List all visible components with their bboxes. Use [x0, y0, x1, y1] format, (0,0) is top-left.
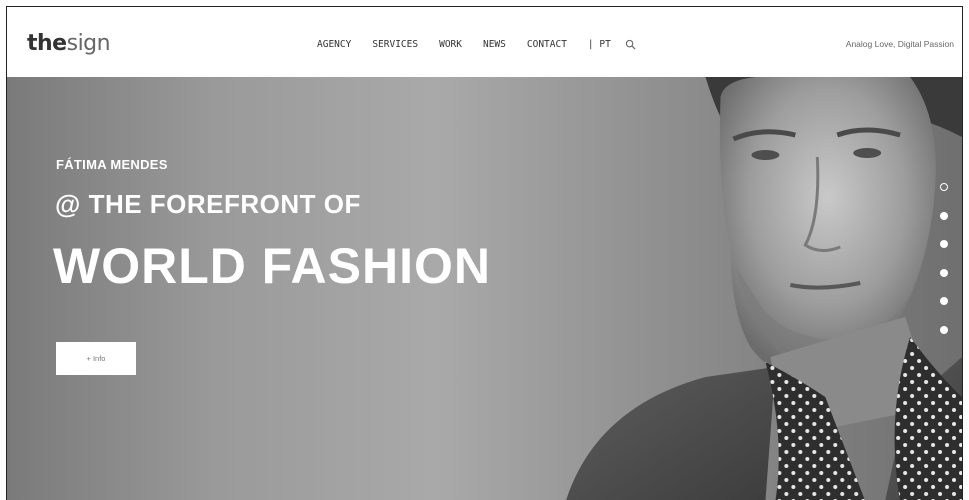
- slider-dot-5[interactable]: [940, 297, 948, 305]
- slider-dot-2[interactable]: [940, 211, 948, 220]
- nav-item-contact[interactable]: CONTACT: [527, 39, 567, 50]
- slider-dot-6[interactable]: [940, 325, 948, 334]
- nav-item-services[interactable]: SERVICES: [372, 39, 418, 50]
- slider-dot-4[interactable]: [940, 268, 948, 277]
- slider-pagination: [940, 183, 948, 354]
- logo-light-text: sign: [66, 31, 111, 56]
- hero-headline-small: @ THE FOREFRONT OF: [55, 189, 361, 219]
- hero-headline-large: WORLD FASHION: [53, 238, 491, 294]
- nav-item-agency[interactable]: AGENCY: [317, 39, 351, 50]
- main-nav: AGENCY SERVICES WORK NEWS CONTACT | PT: [317, 39, 636, 50]
- site-logo[interactable]: thesign: [27, 31, 111, 56]
- site-tagline: Analog Love, Digital Passion: [845, 39, 954, 49]
- logo-bold-text: the: [27, 31, 67, 56]
- browser-frame: thesign AGENCY SERVICES WORK NEWS CONTAC…: [6, 6, 963, 500]
- nav-item-news[interactable]: NEWS: [483, 39, 506, 50]
- language-switch-pt[interactable]: | PT: [588, 39, 611, 50]
- hero-banner: FÁTIMA MENDES @ THE FOREFRONT OF WORLD F…: [7, 77, 962, 500]
- more-info-button[interactable]: + Info: [56, 342, 136, 375]
- search-icon[interactable]: [625, 39, 636, 50]
- site-header: thesign AGENCY SERVICES WORK NEWS CONTAC…: [7, 7, 962, 77]
- slider-dot-1[interactable]: [940, 183, 948, 191]
- hero-kicker: FÁTIMA MENDES: [56, 157, 168, 172]
- slider-dot-3[interactable]: [940, 240, 948, 248]
- nav-item-work[interactable]: WORK: [439, 39, 462, 50]
